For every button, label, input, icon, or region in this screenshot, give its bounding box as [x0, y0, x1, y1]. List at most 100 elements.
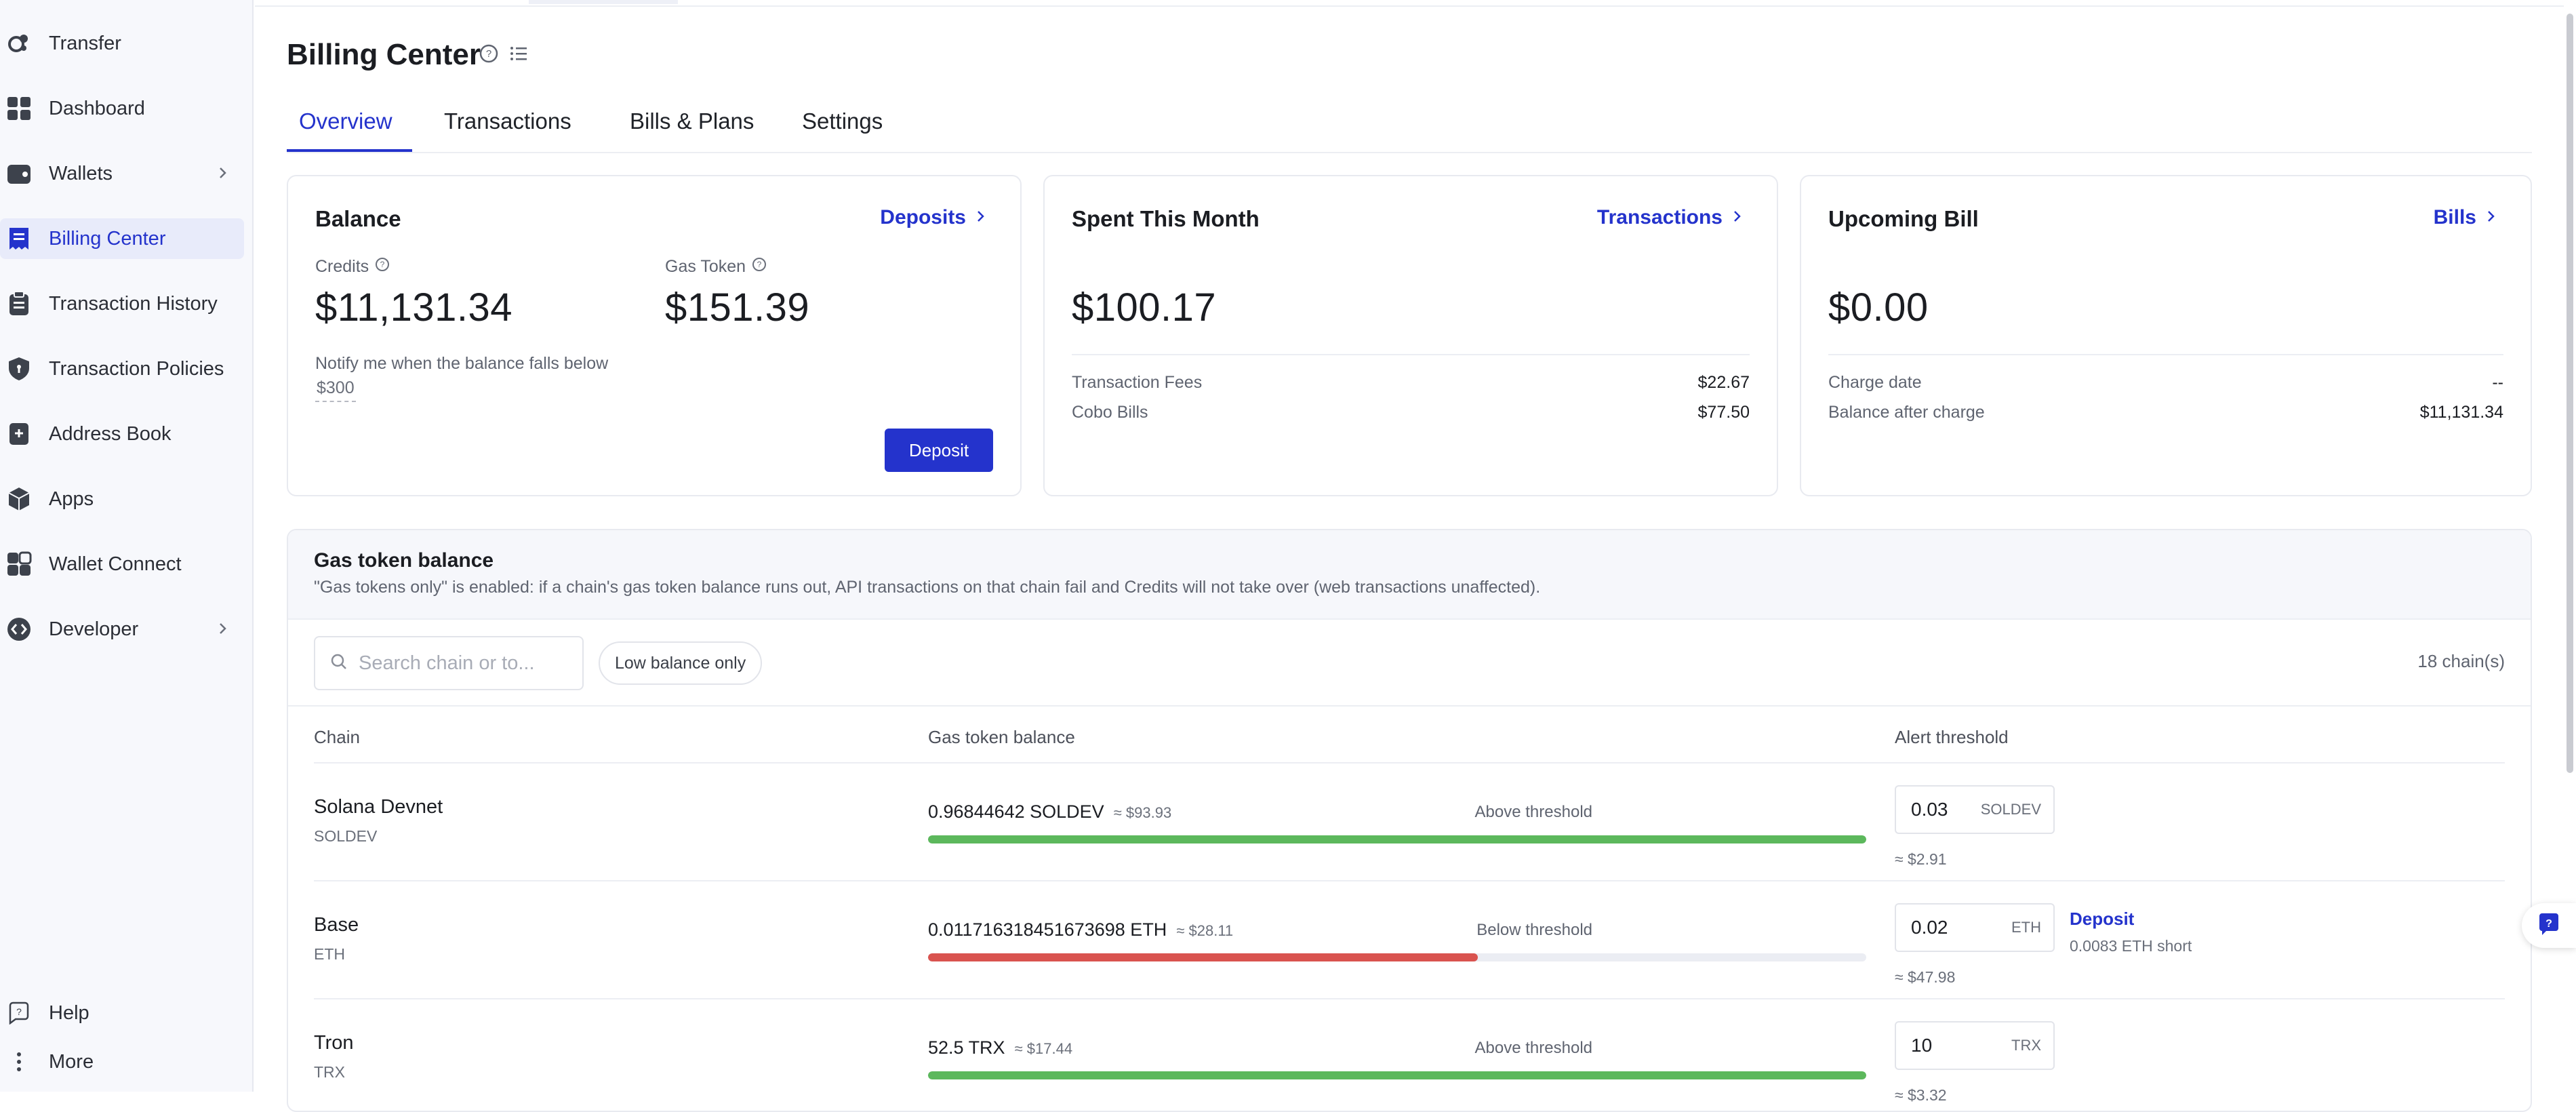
chain-symbol: TRX	[314, 1063, 345, 1081]
chain-name: Tron	[314, 1032, 354, 1054]
charge-date-label: Charge date	[1828, 373, 1922, 392]
dashboard-icon	[5, 95, 33, 122]
balance-card: Balance Deposits Credits ? $11,131.34 Ga…	[287, 175, 1022, 496]
sidebar-item-label: Help	[49, 1001, 89, 1024]
column-header-balance: Gas token balance	[928, 727, 1075, 747]
threshold-unit: SOLDEV	[1980, 801, 2041, 818]
sidebar-item-transaction-history[interactable]: Transaction History	[0, 283, 244, 324]
table-top-divider	[288, 705, 2531, 707]
alert-threshold-field[interactable]: SOLDEV	[1895, 785, 2055, 834]
sidebar-item-help[interactable]: ? Help	[0, 993, 244, 1033]
chain-name: Solana Devnet	[314, 796, 443, 818]
page-scrollbar-thumb[interactable]	[2567, 14, 2573, 773]
sidebar-item-label: Wallets	[49, 162, 113, 184]
balance-after-charge-label: Balance after charge	[1828, 403, 1985, 422]
sidebar-item-more[interactable]: More	[0, 1041, 244, 1082]
transfer-icon	[5, 30, 33, 57]
svg-text:?: ?	[757, 260, 762, 269]
sidebar-item-billing-center[interactable]: Billing Center	[0, 218, 244, 259]
balance-bar-fill	[928, 953, 1478, 961]
chevron-right-icon	[2484, 206, 2498, 229]
sidebar-item-dashboard[interactable]: Dashboard	[0, 88, 244, 129]
transactions-link-label: Transactions	[1596, 206, 1723, 229]
tab-transactions[interactable]: Transactions	[444, 108, 571, 134]
help-circle-icon[interactable]: ?	[751, 256, 767, 277]
top-progress-accent	[529, 0, 678, 4]
spent-amount: $100.17	[1072, 285, 1217, 330]
bills-link-label: Bills	[2433, 206, 2476, 229]
alert-threshold-field[interactable]: ETH	[1895, 903, 2055, 952]
tab-settings[interactable]: Settings	[802, 108, 883, 134]
gas-balance-amount: 0.96844642 SOLDEV	[928, 801, 1104, 822]
balance-bar-fill	[928, 835, 1866, 843]
gas-balance-amount: 52.5 TRX	[928, 1037, 1005, 1058]
list-ordered-icon[interactable]	[508, 43, 529, 67]
alert-threshold-input[interactable]	[1910, 798, 1987, 821]
chain-symbol: SOLDEV	[314, 827, 378, 845]
sidebar-item-label: Billing Center	[49, 227, 166, 250]
sidebar-item-label: Dashboard	[49, 97, 145, 119]
balance-bar	[928, 1071, 1866, 1079]
chain-name: Base	[314, 914, 359, 936]
clipboard-icon	[5, 290, 33, 317]
table-row: Tron TRX 52.5 TRX ≈ $17.44 Above threshol…	[288, 999, 2531, 1111]
low-balance-only-filter[interactable]: Low balance only	[599, 641, 763, 685]
svg-text:?: ?	[2545, 918, 2552, 930]
sidebar-item-label: Transfer	[49, 32, 121, 54]
card-title: Balance	[315, 206, 401, 231]
help-circle-icon[interactable]: ?	[479, 43, 499, 67]
sidebar-item-label: Transaction History	[49, 292, 218, 315]
sidebar-item-transaction-policies[interactable]: Transaction Policies	[0, 349, 244, 389]
column-header-alert-threshold: Alert threshold	[1895, 727, 2009, 747]
tab-bills-plans[interactable]: Bills & Plans	[630, 108, 754, 134]
sidebar-item-address-book[interactable]: Address Book	[0, 414, 244, 454]
deposits-link[interactable]: Deposits	[880, 206, 988, 229]
threshold-unit: ETH	[2011, 919, 2041, 936]
sidebar-item-wallet-connect[interactable]: Wallet Connect	[0, 544, 244, 584]
alert-threshold-input[interactable]	[1910, 916, 1987, 939]
gas-token-amount: $151.39	[665, 285, 810, 330]
sidebar-item-apps[interactable]: Apps	[0, 479, 244, 519]
sidebar-item-transfer[interactable]: Transfer	[0, 23, 244, 64]
sidebar-item-label: Address Book	[49, 422, 172, 445]
column-header-chain: Chain	[314, 727, 360, 747]
alert-threshold-field[interactable]: TRX	[1895, 1021, 2055, 1070]
chevron-right-icon	[1731, 206, 1744, 229]
shortfall-text: 0.0083 ETH short	[2070, 937, 2192, 955]
help-circle-icon[interactable]: ?	[374, 256, 390, 277]
wallet-icon	[5, 160, 33, 187]
sidebar-item-developer[interactable]: Developer	[0, 609, 244, 650]
billing-icon	[5, 225, 33, 252]
chain-symbol: ETH	[314, 945, 345, 963]
credits-amount: $11,131.34	[315, 285, 512, 330]
chain-search[interactable]	[314, 636, 584, 690]
bills-link[interactable]: Bills	[2434, 206, 2498, 229]
gas-balance-usd: ≈ $93.93	[1113, 804, 1172, 821]
shield-icon	[5, 355, 33, 382]
balance-bar	[928, 835, 1866, 843]
sidebar-item-wallets[interactable]: Wallets	[0, 153, 244, 194]
cobo-bills-label: Cobo Bills	[1072, 403, 1148, 422]
chain-search-input[interactable]	[357, 651, 563, 675]
gas-token-label: Gas Token ?	[665, 256, 767, 277]
help-chat-icon: ?	[2537, 912, 2561, 940]
gas-token-label-text: Gas Token	[665, 257, 746, 276]
support-chat-button[interactable]: ?	[2522, 903, 2576, 948]
chain-count: 18 chain(s)	[2417, 651, 2505, 671]
transactions-link[interactable]: Transactions	[1597, 206, 1744, 229]
code-icon	[5, 616, 33, 643]
tab-overview[interactable]: Overview	[299, 108, 393, 134]
gas-balance: 0.011716318451673698 ETH ≈ $28.11	[928, 919, 1233, 940]
cobo-bills-value: $77.50	[1697, 403, 1750, 422]
address-book-icon	[5, 420, 33, 448]
card-divider	[1828, 354, 2503, 355]
balance-status: Above threshold	[1474, 803, 1592, 821]
row-deposit-link[interactable]: Deposit	[2070, 909, 2134, 930]
deposit-button[interactable]: Deposit	[885, 429, 993, 472]
credits-label: Credits ?	[315, 256, 390, 277]
alert-threshold-input[interactable]	[1910, 1034, 1987, 1057]
sidebar-item-label: Wallet Connect	[49, 553, 182, 575]
notify-threshold[interactable]: $300	[315, 378, 356, 402]
threshold-usd: ≈ $2.91	[1895, 850, 1947, 868]
svg-text:?: ?	[380, 260, 385, 269]
